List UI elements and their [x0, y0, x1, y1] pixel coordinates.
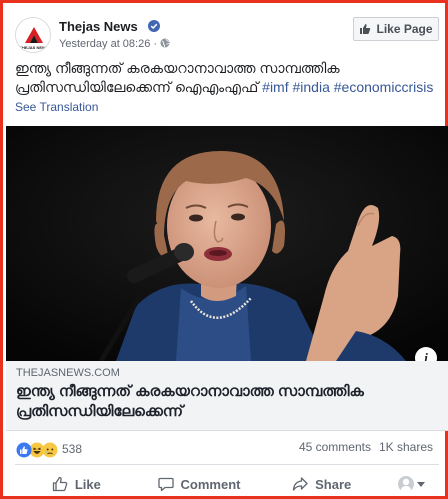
link-domain: THEJASNEWS.COM	[16, 367, 120, 379]
hashtag-links[interactable]: #imf #india #economiccrisis	[262, 79, 433, 95]
see-translation-link[interactable]: See Translation	[15, 100, 98, 114]
action-bar: Like Comment Share	[15, 469, 439, 499]
post-message-line-2: പ്രതിസന്ധിയിലേക്കെന്ന് ഐഎംഎഫ്	[15, 79, 263, 95]
comment-label: Comment	[180, 476, 241, 492]
speaker-photo	[6, 126, 448, 361]
comments-count-link[interactable]: 45 comments	[299, 440, 371, 454]
link-preview-caption[interactable]: THEJASNEWS.COM ഇന്ത്യ നീങ്ങുന്നത് കരകയറാ…	[6, 361, 448, 431]
post-card: THEJAS NEWS Thejas News Yesterday at 08:…	[0, 0, 448, 499]
like-reaction-icon	[15, 441, 32, 458]
timestamp-link[interactable]: Yesterday at 08:26	[59, 38, 150, 50]
post-as-selector[interactable]	[383, 476, 439, 492]
page-name-link[interactable]: Thejas News	[59, 19, 138, 34]
thumbs-up-outline-icon	[52, 476, 68, 492]
page-avatar[interactable]: THEJAS NEWS	[15, 17, 51, 53]
like-page-label: Like Page	[376, 22, 433, 36]
thumbs-up-icon	[360, 24, 371, 34]
comment-button[interactable]: Comment	[138, 476, 261, 492]
post-meta: Yesterday at 08:26 ·	[59, 38, 170, 50]
globe-icon[interactable]	[160, 38, 170, 48]
logo-text: THEJAS NEWS	[20, 45, 49, 50]
post-header: THEJAS NEWS Thejas News Yesterday at 08:…	[13, 15, 439, 55]
comment-bubble-icon	[157, 477, 174, 492]
share-label: Share	[315, 476, 352, 492]
verified-badge-icon	[148, 20, 160, 32]
meta-separator: ·	[153, 38, 158, 50]
engagement-counts: 45 comments 1K shares	[299, 440, 433, 454]
user-avatar-icon	[397, 476, 414, 492]
like-label: Like	[74, 476, 101, 492]
thejas-logo-icon: THEJAS NEWS	[16, 18, 50, 52]
like-page-button[interactable]: Like Page	[353, 17, 439, 41]
reactions-summary[interactable]: 538	[15, 440, 82, 458]
post-message-line-1: ഇന്ത്യ നീങ്ങുന്നത് കരകയറാനാവാത്ത സാമ്പത്…	[15, 60, 340, 76]
actions-divider	[15, 464, 439, 465]
reaction-count: 538	[62, 442, 83, 456]
link-title[interactable]: ഇന്ത്യ നീങ്ങുന്നത് കരകയറാനാവാത്ത സാമ്പത്…	[16, 382, 436, 422]
like-button[interactable]: Like	[15, 476, 138, 492]
share-arrow-icon	[292, 477, 308, 491]
link-preview-image[interactable]: i	[6, 126, 448, 361]
chevron-down-icon	[416, 481, 425, 487]
share-button[interactable]: Share	[260, 476, 383, 492]
post-message: ഇന്ത്യ നീങ്ങുന്നത് കരകയറാനാവാത്ത സാമ്പത്…	[15, 59, 441, 97]
shares-count-link[interactable]: 1K shares	[379, 440, 433, 454]
